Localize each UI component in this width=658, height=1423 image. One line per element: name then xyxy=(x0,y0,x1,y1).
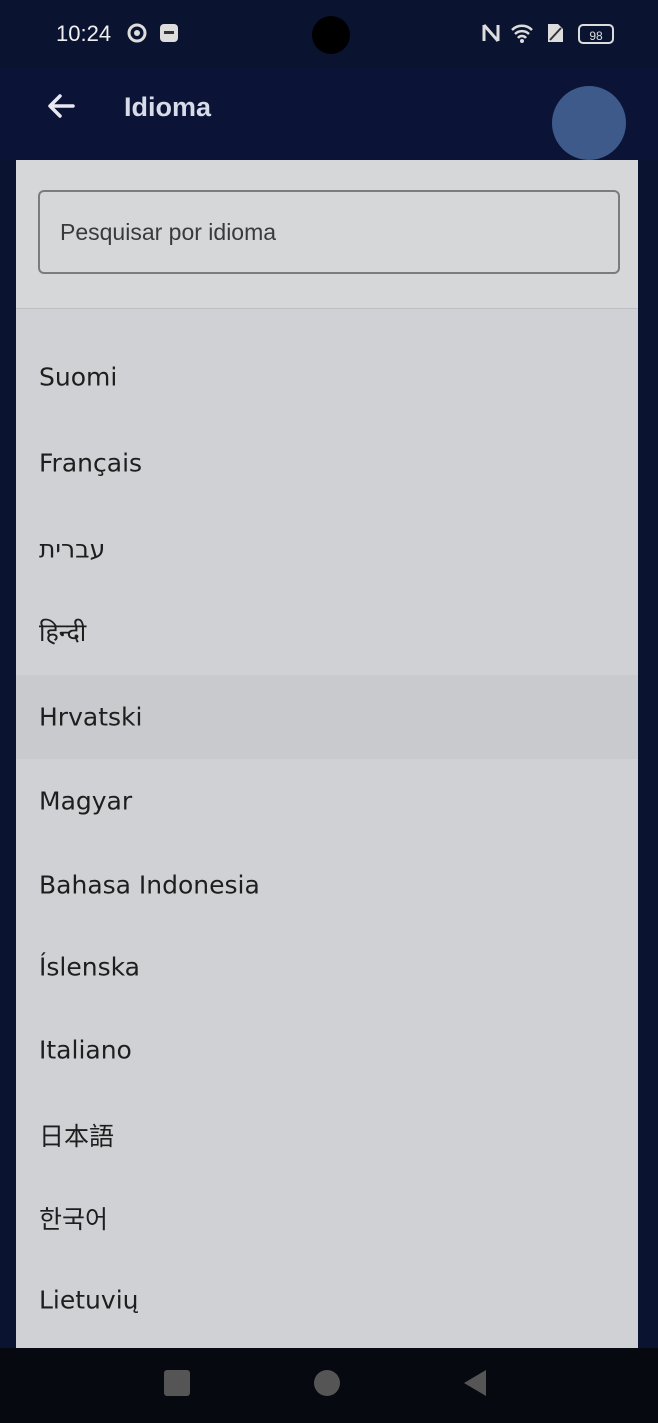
nfc-icon xyxy=(480,22,502,44)
triangle-back-icon xyxy=(464,1370,486,1396)
nav-back-button[interactable] xyxy=(452,1360,498,1406)
language-label: Hrvatski xyxy=(39,702,143,732)
language-label: Suomi xyxy=(39,362,118,392)
language-item-bahasa-indonesia[interactable]: Bahasa Indonesia xyxy=(16,843,638,927)
language-item-islenska[interactable]: Íslenska xyxy=(16,925,638,1009)
language-label: Lietuvių xyxy=(39,1285,139,1315)
language-label: हिन्दी xyxy=(39,618,87,647)
language-item-francais[interactable]: Français xyxy=(16,421,638,505)
no-sim-icon xyxy=(544,22,566,44)
language-label: 日本語 xyxy=(39,1122,115,1151)
language-label: Français xyxy=(39,448,143,478)
language-item-hrvatski[interactable]: Hrvatski xyxy=(16,675,638,759)
back-button[interactable] xyxy=(40,80,82,132)
language-item-suomi[interactable]: Suomi xyxy=(16,335,638,419)
search-container xyxy=(16,160,638,309)
language-item-lietuviu[interactable]: Lietuvių xyxy=(16,1258,638,1342)
language-label: Magyar xyxy=(39,786,133,816)
language-item-magyar[interactable]: Magyar xyxy=(16,759,638,843)
language-item-hindi[interactable]: हिन्दी xyxy=(16,590,638,674)
avatar[interactable] xyxy=(552,86,626,160)
circle-icon xyxy=(314,1370,340,1396)
language-label: 한국어 xyxy=(39,1205,109,1234)
arrow-left-icon xyxy=(48,94,75,118)
language-item-italiano[interactable]: Italiano xyxy=(16,1008,638,1092)
app-icon xyxy=(158,22,180,44)
camera-cutout xyxy=(312,16,350,54)
language-label: Bahasa Indonesia xyxy=(39,870,260,900)
home-button[interactable] xyxy=(304,1360,350,1406)
settings-icon xyxy=(126,22,148,44)
phone-screen: 10:24 98 Idioma Suomi Français עברית xyxy=(0,0,658,1423)
language-item-korean[interactable]: 한국어 xyxy=(16,1176,638,1260)
recents-button[interactable] xyxy=(154,1360,200,1406)
wifi-icon xyxy=(510,22,533,44)
language-label: Italiano xyxy=(39,1035,132,1065)
battery-icon: 98 xyxy=(578,24,614,44)
page-title: Idioma xyxy=(124,92,212,122)
language-item-japanese[interactable]: 日本語 xyxy=(16,1093,638,1177)
square-icon xyxy=(164,1370,190,1396)
language-list-panel: Suomi Français עברית हिन्दी Hrvatski Mag… xyxy=(16,160,638,1348)
search-input[interactable] xyxy=(38,190,620,274)
language-item-hebrew[interactable]: עברית xyxy=(16,507,638,591)
status-bar: 10:24 98 xyxy=(0,0,658,68)
status-time: 10:24 xyxy=(56,21,112,46)
language-label: עברית xyxy=(39,534,106,564)
language-label: Íslenska xyxy=(39,952,140,982)
